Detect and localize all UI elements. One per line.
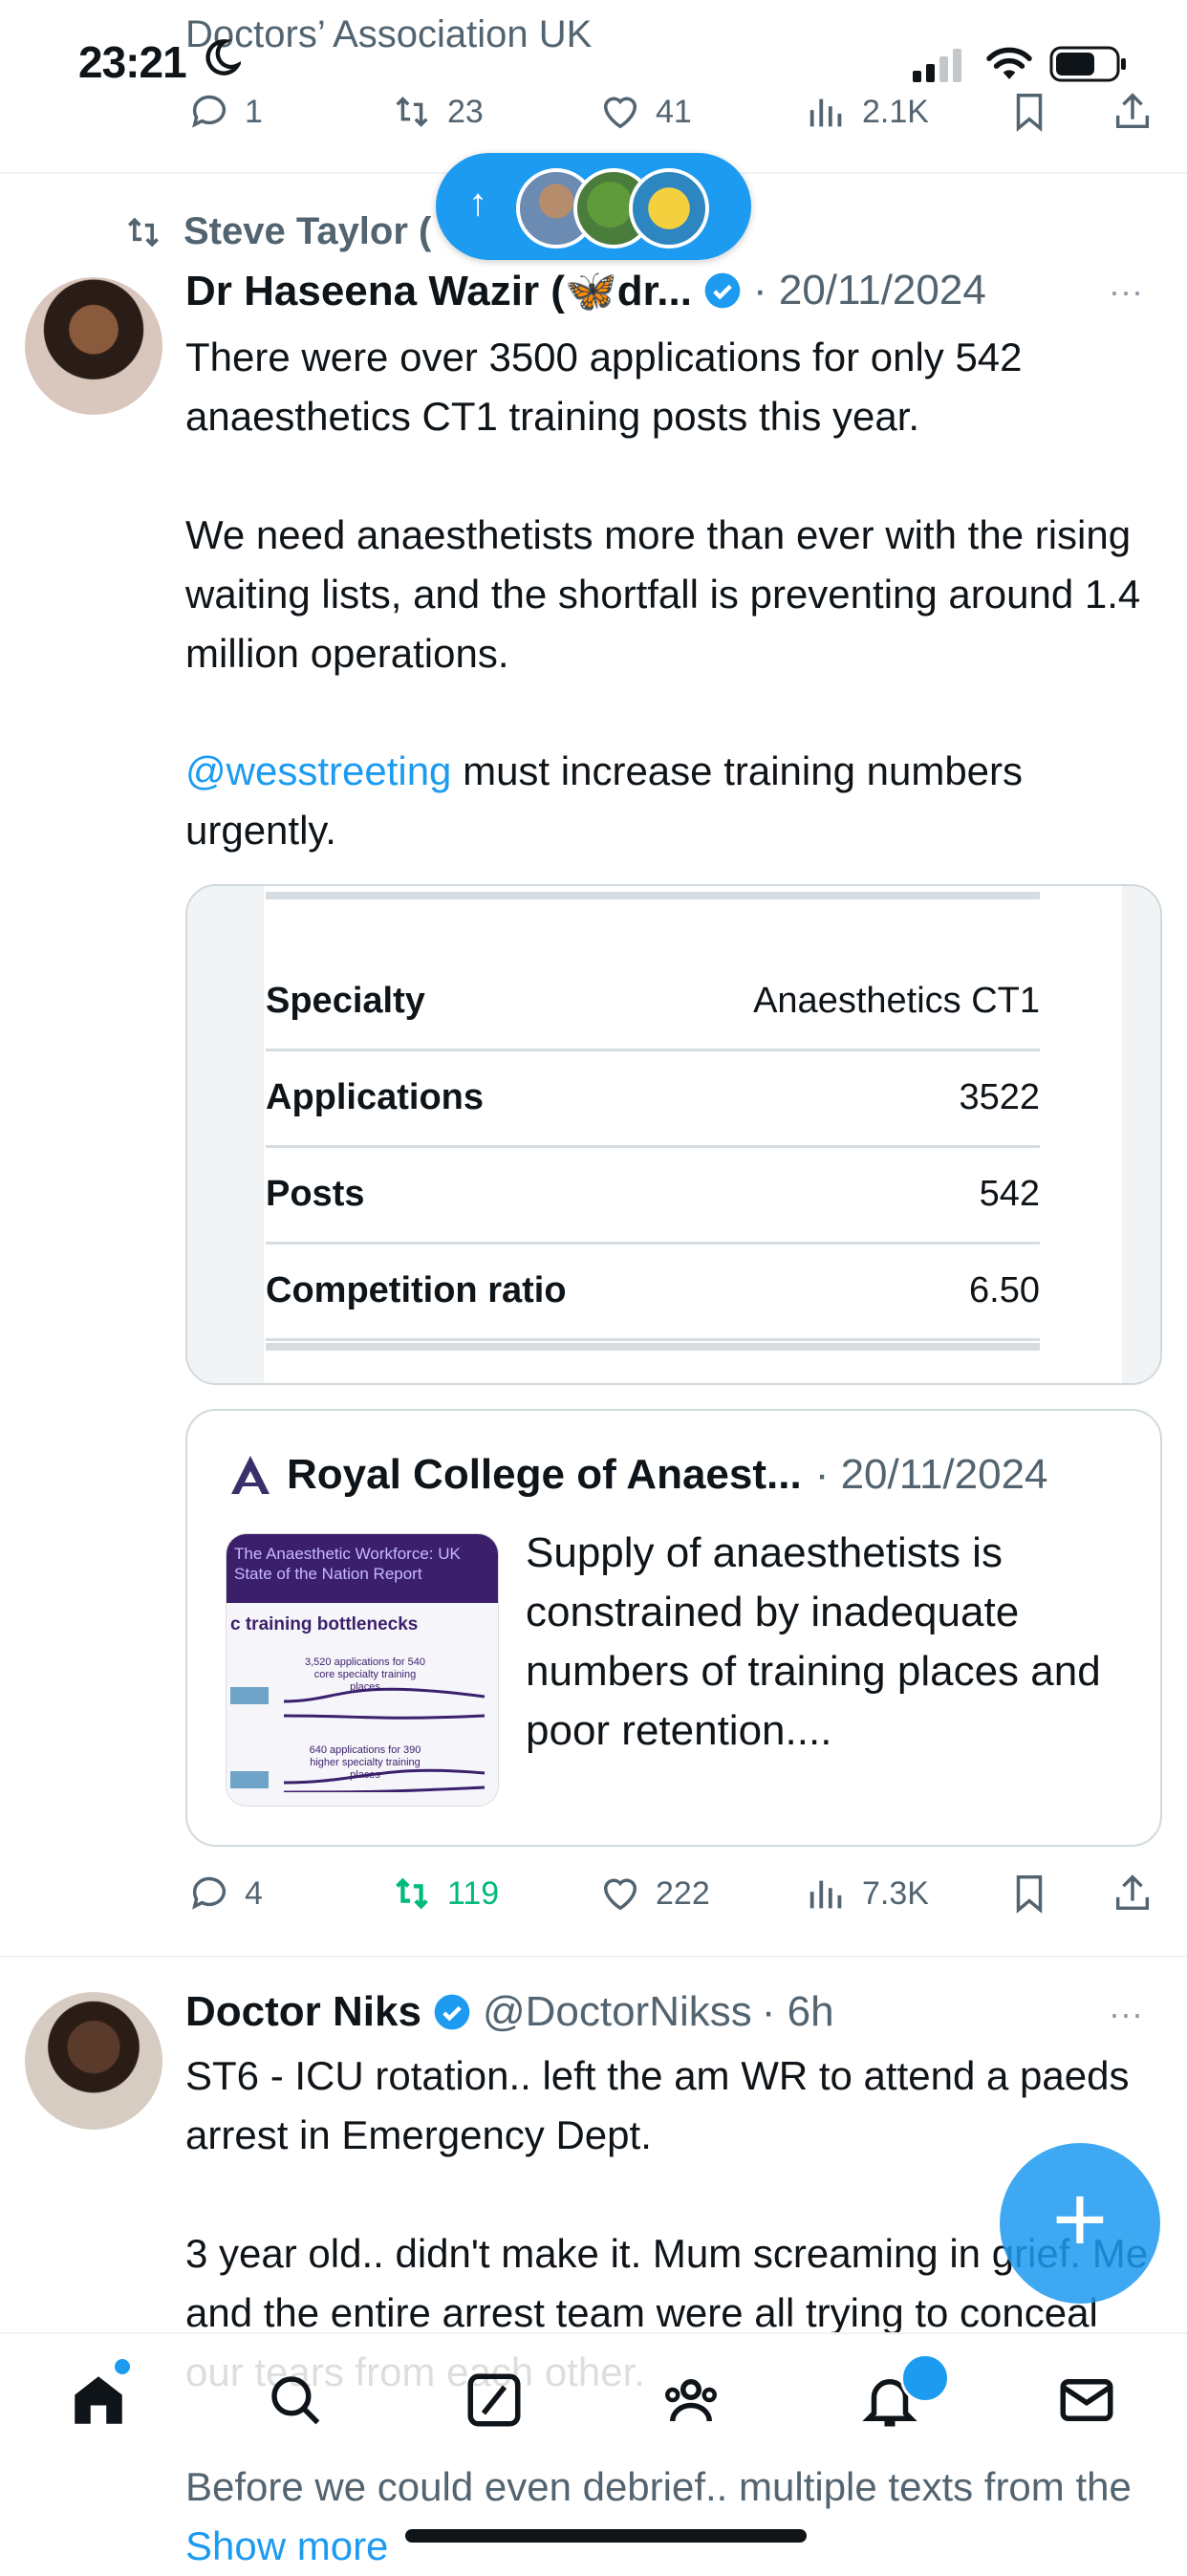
cellular-signal-icon (913, 48, 966, 87)
mail-icon (1060, 2379, 1113, 2421)
quoted-thumbnail: The Anaesthetic Workforce: UK State of t… (226, 1533, 499, 1807)
author-name[interactable]: Dr Haseena Wazir (🦋dr... (185, 266, 692, 315)
previous-post-author: Doctors’ Association UK (185, 13, 593, 55)
post-image-table[interactable]: Specialty Anaesthetics CT1 Applications 35… (185, 884, 1162, 1385)
previous-like-count: 41 (656, 93, 692, 130)
previous-repost-button[interactable]: 23 (390, 90, 484, 134)
heart-icon (603, 97, 637, 129)
reply-button[interactable]: 4 (187, 1872, 263, 1916)
post-date: · 20/11/2024 (752, 267, 986, 314)
previous-like-button[interactable]: 41 (598, 90, 692, 134)
post-divider (0, 1956, 1187, 1958)
more-options-icon[interactable]: ··· (1109, 1994, 1143, 2034)
table-row: Competition ratio 6.50 (266, 1243, 1040, 1341)
table-row: Posts 542 (266, 1146, 1040, 1245)
arrow-up-icon: ↑ (468, 182, 487, 224)
nav-grok[interactable] (463, 2369, 526, 2436)
notification-badge (900, 2353, 950, 2403)
repost-attribution[interactable]: Steve Taylor ( (122, 210, 431, 253)
views-button[interactable]: 7.3K (805, 1872, 929, 1916)
bookmark-icon (1016, 94, 1043, 132)
repost-author: Steve Taylor ( (183, 210, 432, 252)
post-text-paragraph: ST6 - ICU rotation.. left the am WR to a… (185, 2053, 1130, 2157)
previous-share-button[interactable] (1111, 90, 1155, 134)
battery-icon (1049, 46, 1128, 87)
post-header: Doctor Niks @DoctorNikss · 6h (185, 1988, 834, 2036)
share-icon (1115, 93, 1150, 129)
share-icon (1115, 1874, 1150, 1911)
post-header: Dr Haseena Wazir (🦋dr... · 20/11/2024 (185, 266, 986, 315)
mention-link[interactable]: @wesstreeting (185, 748, 451, 793)
more-options-icon[interactable]: ··· (1109, 271, 1143, 312)
wifi-icon (984, 42, 1034, 87)
post-text-paragraph: We need anaesthetists more than ever wit… (185, 512, 1141, 676)
new-post-avatar (629, 168, 709, 249)
grok-icon (467, 2373, 521, 2427)
table-row: Specialty Anaesthetics CT1 (266, 953, 1040, 1051)
quoted-author-name: Royal College of Anaest... (287, 1451, 802, 1498)
author-avatar[interactable] (25, 1992, 162, 2130)
repost-count: 119 (447, 1874, 500, 1912)
thumbnail-flow-graphic (230, 1687, 486, 1792)
image-margin (1122, 886, 1160, 1383)
previous-views-count: 2.1K (862, 93, 929, 130)
previous-repost-count: 23 (447, 93, 484, 130)
thumbnail-heading: c training bottlenecks (230, 1614, 419, 1634)
home-icon (75, 2376, 122, 2424)
reply-icon (192, 1876, 227, 1910)
compose-post-button[interactable]: + (1000, 2143, 1160, 2304)
post-time: · 6h (761, 1988, 834, 2035)
previous-reply-count: 1 (245, 93, 263, 130)
nav-messages[interactable] (1055, 2369, 1118, 2436)
status-time: 23:21 (78, 37, 187, 87)
views-icon (809, 1880, 842, 1909)
table-rule (266, 892, 1040, 899)
plus-icon: + (1051, 2166, 1109, 2273)
quoted-post-date: · 20/11/2024 (814, 1451, 1048, 1498)
previous-reply-button[interactable]: 1 (187, 90, 263, 134)
quoted-post-header: Royal College of Anaest... · 20/11/2024 (227, 1451, 1048, 1499)
notification-dot (115, 2359, 130, 2374)
heart-icon (603, 1878, 637, 1911)
quoted-post-text: Supply of anaesthetists is constrained b… (526, 1529, 1101, 1754)
reply-icon (192, 95, 227, 128)
bookmark-button[interactable] (1007, 1872, 1051, 1916)
like-button[interactable]: 222 (598, 1872, 710, 1916)
table-rule (266, 1343, 1040, 1351)
author-handle[interactable]: @DoctorNikss (483, 1988, 752, 2036)
author-avatar[interactable] (25, 277, 162, 415)
previous-bookmark-button[interactable] (1007, 90, 1051, 134)
thumbnail-title: The Anaesthetic Workforce: UK State of t… (227, 1534, 498, 1603)
show-more-link[interactable]: Show more (185, 2523, 388, 2568)
post-text-paragraph: Before we could even debrief.. multiple … (185, 2464, 1132, 2568)
verified-badge-icon (434, 1994, 470, 2030)
nav-communities[interactable] (659, 2369, 723, 2436)
repost-icon (396, 97, 428, 127)
like-count: 222 (656, 1874, 710, 1912)
nav-home[interactable] (67, 2369, 130, 2436)
previous-views-button[interactable]: 2.1K (805, 90, 929, 134)
repost-icon (128, 217, 159, 247)
post-text-paragraph: There were over 3500 applications for on… (185, 335, 1023, 439)
repost-icon (396, 1877, 428, 1910)
views-count: 7.3K (862, 1874, 929, 1912)
verified-badge-icon (704, 272, 741, 309)
image-margin (187, 886, 264, 1383)
quoted-post[interactable]: Royal College of Anaest... · 20/11/2024 … (185, 1409, 1162, 1847)
moon-icon (203, 38, 244, 86)
rcoa-logo-icon (231, 1456, 270, 1494)
post-text-paragraph: @wesstreeting must increase training num… (185, 742, 1160, 860)
communities-icon (665, 2379, 717, 2422)
share-button[interactable] (1111, 1872, 1155, 1916)
repost-button[interactable]: 119 (390, 1872, 499, 1916)
reply-count: 4 (245, 1874, 263, 1912)
views-icon (809, 98, 842, 127)
bookmark-icon (1016, 1875, 1043, 1914)
home-indicator (405, 2529, 807, 2543)
author-name[interactable]: Doctor Niks (185, 1988, 421, 2036)
table-row: Applications 3522 (266, 1050, 1040, 1148)
nav-search[interactable] (264, 2369, 327, 2436)
search-icon (271, 2376, 320, 2425)
